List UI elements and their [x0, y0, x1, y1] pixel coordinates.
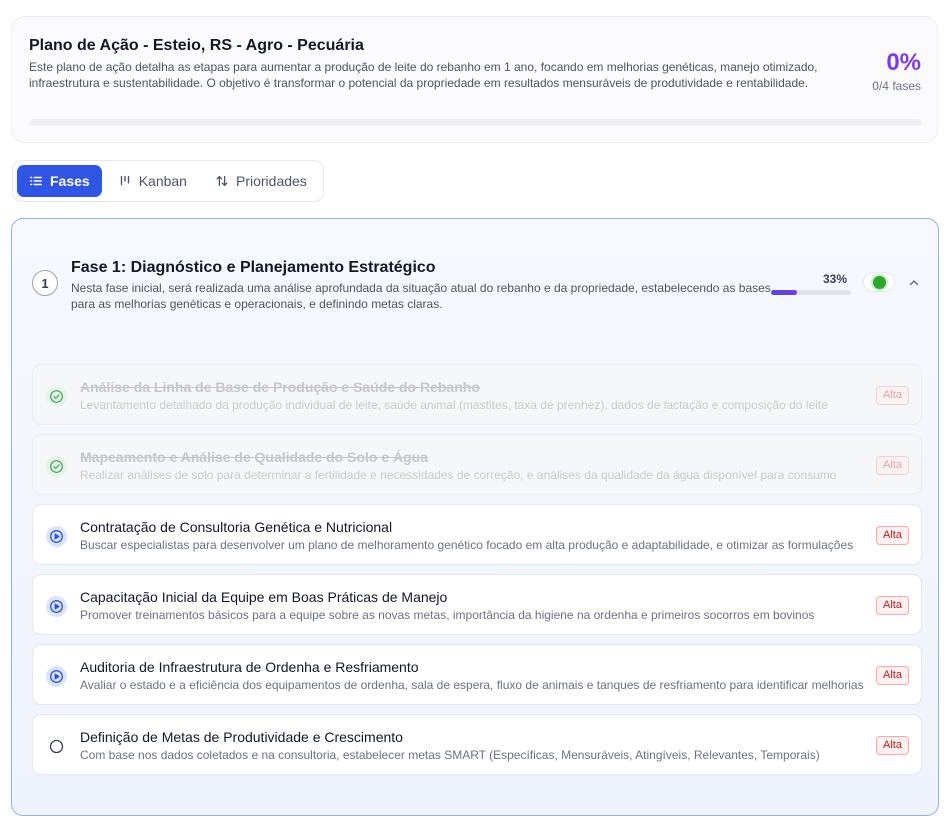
task-item[interactable]: Capacitação Inicial da Equipe em Boas Pr… [32, 574, 922, 635]
chevron-up-icon[interactable] [908, 277, 920, 289]
task-description: Buscar especialistas para desenvolver um… [80, 538, 854, 552]
task-title: Análise da Linha de Base de Produção e S… [80, 379, 480, 395]
priority-badge: Alta [876, 526, 909, 545]
priority-badge: Alta [876, 666, 909, 685]
play-circle-icon[interactable] [46, 596, 67, 617]
task-description: Levantamento detalhado da produção indiv… [80, 398, 828, 412]
task-item[interactable]: Contratação de Consultoria Genética e Nu… [32, 504, 922, 565]
plan-description: Este plano de ação detalha as etapas par… [29, 60, 818, 90]
tab-label: Kanban [138, 173, 187, 189]
phase-status-indicator [863, 272, 895, 292]
status-dot-icon [872, 275, 886, 289]
tab-kanban[interactable]: Kanban [106, 165, 199, 197]
check-circle-icon[interactable] [46, 386, 67, 407]
phase-progress-bar [771, 290, 851, 295]
plan-title: Plano de Ação - Esteio, RS - Agro - Pecu… [29, 37, 364, 54]
plan-phases-count: 0/4 fases [872, 79, 921, 93]
sort-icon [216, 175, 228, 187]
empty-circle-icon[interactable] [46, 736, 67, 757]
task-title: Auditoria de Infraestrutura de Ordenha e… [80, 659, 419, 675]
task-item[interactable]: Auditoria de Infraestrutura de Ordenha e… [32, 644, 922, 705]
task-title: Definição de Metas de Produtividade e Cr… [80, 729, 403, 745]
phase-progress-fill [771, 290, 798, 295]
plan-header: Plano de Ação - Esteio, RS - Agro - Pecu… [11, 16, 938, 143]
priority-badge: Alta [876, 386, 909, 405]
task-item[interactable]: Análise da Linha de Base de Produção e S… [32, 364, 922, 425]
tab-prioridades[interactable]: Prioridades [203, 165, 319, 197]
phase-card: 1 Fase 1: Diagnóstico e Planejamento Est… [11, 218, 939, 816]
play-circle-icon[interactable] [46, 666, 67, 687]
task-item[interactable]: Definição de Metas de Produtividade e Cr… [32, 714, 922, 775]
tab-label: Fases [50, 173, 90, 189]
phase-description: Nesta fase inicial, será realizada uma a… [71, 281, 771, 311]
task-title: Mapeamento e Análise de Qualidade do Sol… [80, 449, 428, 465]
view-tabs: Fases Kanban Prioridades [12, 160, 324, 202]
list-icon [30, 176, 42, 186]
kanban-icon [120, 175, 129, 186]
phase-progress-percent: 33% [823, 272, 848, 286]
plan-progress-bar [29, 119, 922, 126]
task-description: Avaliar o estado e a eficiência dos equi… [80, 678, 864, 692]
task-item[interactable]: Mapeamento e Análise de Qualidade do Sol… [32, 434, 922, 495]
priority-badge: Alta [876, 736, 909, 755]
play-circle-icon[interactable] [46, 526, 67, 547]
task-description: Com base nos dados coletados e na consul… [80, 748, 820, 762]
plan-progress-percent: 0% [886, 49, 921, 76]
phase-title: Fase 1: Diagnóstico e Planejamento Estra… [71, 259, 436, 276]
tab-fases[interactable]: Fases [17, 165, 102, 197]
priority-badge: Alta [876, 596, 909, 615]
tab-label: Prioridades [235, 173, 307, 189]
phase-number: 1 [32, 270, 58, 296]
task-description: Promover treinamentos básicos para a equ… [80, 608, 815, 622]
task-title: Capacitação Inicial da Equipe em Boas Pr… [80, 589, 448, 605]
task-title: Contratação de Consultoria Genética e Nu… [80, 519, 393, 535]
check-circle-icon[interactable] [46, 456, 67, 477]
priority-badge: Alta [876, 456, 909, 475]
task-description: Realizar análises de solo para determina… [80, 468, 837, 482]
